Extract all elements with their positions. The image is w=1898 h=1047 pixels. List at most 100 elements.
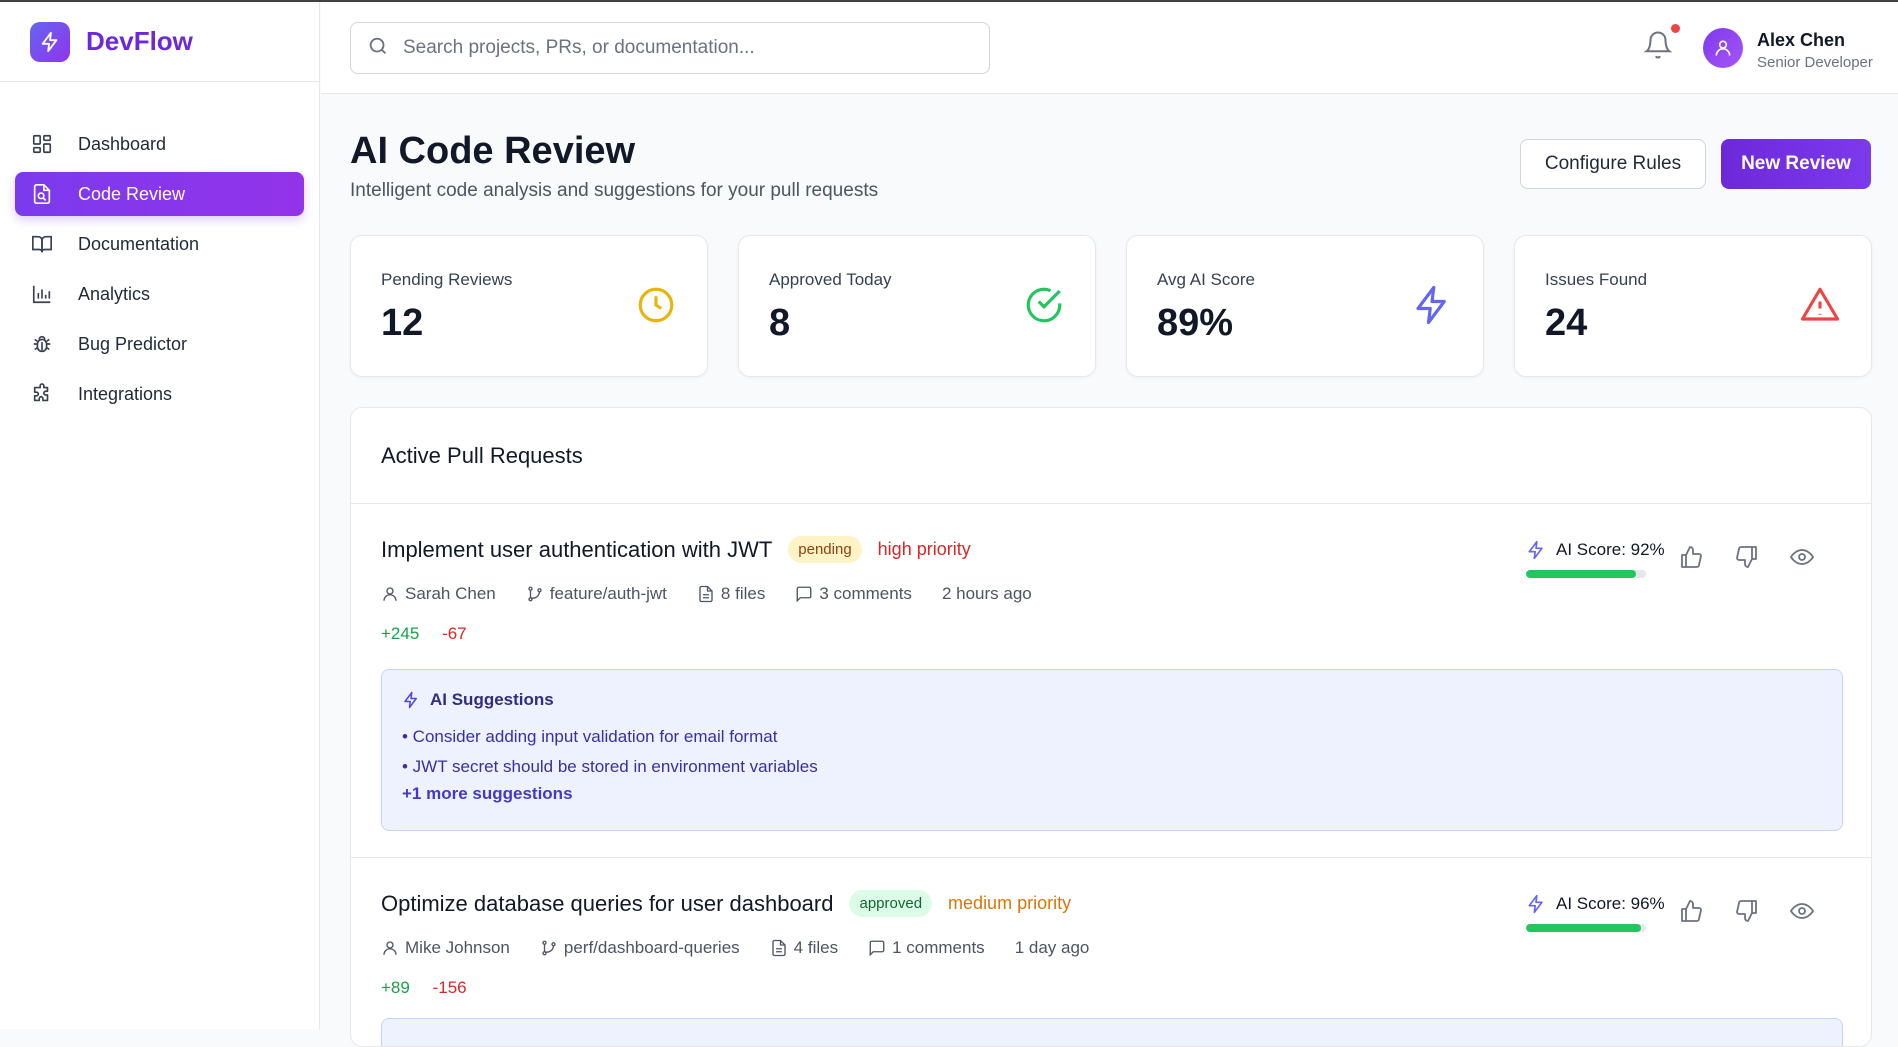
lightning-icon xyxy=(1526,540,1546,560)
logo-lightning-icon[interactable] xyxy=(30,21,70,62)
stat-card-avg-score: Avg AI Score 89% xyxy=(1126,235,1484,377)
sidebar-item-label: Integrations xyxy=(78,383,173,404)
deletions: -67 xyxy=(442,624,467,643)
branch-name: perf/dashboard-queries xyxy=(563,938,740,957)
user-name[interactable]: Alex Chen xyxy=(1757,30,1845,51)
sidebar-item-documentation[interactable]: Documentation xyxy=(15,222,304,266)
stat-value: 89% xyxy=(1157,302,1234,344)
brand-name: DevFlow xyxy=(86,26,193,56)
pr-files: 4 files xyxy=(770,938,838,958)
search-input[interactable] xyxy=(403,37,983,59)
thumbs-up-icon[interactable] xyxy=(1676,542,1706,572)
pr-branch: perf/dashboard-queries xyxy=(540,938,740,958)
status-badge: pending xyxy=(788,536,862,563)
file-search-icon xyxy=(30,182,54,206)
stat-value: 8 xyxy=(769,302,791,344)
pr-diff-stats: +89 -156 xyxy=(381,978,467,998)
stat-value: 24 xyxy=(1545,302,1588,344)
additions: +89 xyxy=(381,978,410,997)
sidebar-item-code-review[interactable]: Code Review xyxy=(15,172,304,216)
pr-title[interactable]: Optimize database queries for user dashb… xyxy=(381,891,833,917)
pr-card[interactable]: Optimize database queries for user dashb… xyxy=(351,858,1871,1046)
pr-meta: Sarah Chen feature/auth-jwt 8 files 3 co… xyxy=(381,584,1062,604)
pr-files: 8 files xyxy=(697,584,765,604)
git-branch-icon xyxy=(526,585,544,603)
new-review-button[interactable]: New Review xyxy=(1721,139,1871,189)
git-branch-icon xyxy=(540,939,558,957)
pr-title-row: Optimize database queries for user dashb… xyxy=(381,890,1071,917)
suggestions-header: AI Suggestions xyxy=(402,690,1822,710)
ai-score-fill xyxy=(1526,570,1637,578)
pr-time: 1 day ago xyxy=(1015,938,1090,958)
thumbs-down-icon[interactable] xyxy=(1732,542,1762,572)
lightning-icon xyxy=(1526,894,1546,914)
ai-score: AI Score: 96% xyxy=(1526,894,1665,914)
search-icon xyxy=(367,35,389,62)
sidebar-item-label: Analytics xyxy=(78,283,151,304)
ai-score-fill xyxy=(1526,924,1642,932)
sidebar: DevFlow Dashboard Code Review Documentat… xyxy=(0,2,320,1029)
file-icon xyxy=(697,585,715,603)
thumbs-down-icon[interactable] xyxy=(1732,896,1762,926)
warning-triangle-icon xyxy=(1799,284,1841,326)
ai-score-label: AI Score: 92% xyxy=(1556,540,1665,559)
author-name: Sarah Chen xyxy=(405,584,496,603)
files-count: 4 files xyxy=(793,938,839,957)
priority-label: medium priority xyxy=(948,893,1072,913)
sidebar-item-label: Bug Predictor xyxy=(78,333,188,354)
suggestion-item: • Consider adding input validation for e… xyxy=(402,727,778,746)
user-role: Senior Developer xyxy=(1757,54,1873,71)
search-box[interactable] xyxy=(350,22,990,74)
priority-label: high priority xyxy=(877,539,971,559)
time-ago: 1 day ago xyxy=(1014,938,1090,957)
avatar[interactable] xyxy=(1703,28,1743,68)
stat-card-pending: Pending Reviews 12 xyxy=(350,235,708,377)
pr-author: Mike Johnson xyxy=(381,938,510,958)
pr-diff-stats: +245 -67 xyxy=(381,624,467,644)
stat-label: Pending Reviews xyxy=(381,270,513,289)
pr-card[interactable]: Implement user authentication with JWT p… xyxy=(351,504,1871,858)
pr-author: Sarah Chen xyxy=(381,584,496,604)
sidebar-item-dashboard[interactable]: Dashboard xyxy=(15,122,304,166)
notification-bell-icon[interactable] xyxy=(1643,30,1675,62)
notification-dot xyxy=(1671,24,1680,33)
suggestions-list: • Consider adding input validation for e… xyxy=(402,722,1822,782)
stat-label: Approved Today xyxy=(769,270,892,289)
comment-icon xyxy=(868,939,886,957)
sidebar-item-integrations[interactable]: Integrations xyxy=(15,372,304,416)
thumbs-up-icon[interactable] xyxy=(1676,896,1706,926)
stat-value: 12 xyxy=(381,302,424,344)
additions: +245 xyxy=(381,624,420,643)
sidebar-nav: Dashboard Code Review Documentation Anal… xyxy=(0,82,319,416)
pr-comments: 3 comments xyxy=(795,584,912,604)
ai-score-bar xyxy=(1526,570,1646,578)
page-subtitle: Intelligent code analysis and suggestion… xyxy=(350,180,879,201)
panel-title: Active Pull Requests xyxy=(351,408,1871,504)
file-icon xyxy=(770,939,788,957)
eye-icon[interactable] xyxy=(1787,542,1817,572)
user-icon xyxy=(381,939,399,957)
suggestions-title: AI Suggestions xyxy=(430,690,554,709)
sidebar-item-analytics[interactable]: Analytics xyxy=(15,272,304,316)
user-icon xyxy=(381,585,399,603)
pull-requests-panel: Active Pull Requests Implement user auth… xyxy=(350,407,1872,1047)
stat-label: Avg AI Score xyxy=(1157,270,1255,289)
pr-time: 2 hours ago xyxy=(942,584,1032,604)
comments-count: 1 comments xyxy=(892,938,985,957)
deletions: -156 xyxy=(432,978,467,997)
pr-comments: 1 comments xyxy=(868,938,985,958)
brand: DevFlow xyxy=(0,2,319,82)
stats-row: Pending Reviews 12 Approved Today 8 Avg … xyxy=(350,235,1872,377)
ai-score-label: AI Score: 96% xyxy=(1556,894,1665,913)
top-header: Alex Chen Senior Developer xyxy=(321,2,1898,94)
sidebar-item-bug-predictor[interactable]: Bug Predictor xyxy=(15,322,304,366)
pr-title[interactable]: Implement user authentication with JWT xyxy=(381,537,772,563)
book-icon xyxy=(30,232,54,256)
configure-rules-button[interactable]: Configure Rules xyxy=(1520,139,1706,189)
stat-card-approved: Approved Today 8 xyxy=(738,235,1096,377)
author-name: Mike Johnson xyxy=(405,938,510,957)
more-suggestions-link[interactable]: +1 more suggestions xyxy=(402,784,573,804)
stat-card-issues: Issues Found 24 xyxy=(1514,235,1872,377)
eye-icon[interactable] xyxy=(1787,896,1817,926)
puzzle-icon xyxy=(30,382,54,406)
